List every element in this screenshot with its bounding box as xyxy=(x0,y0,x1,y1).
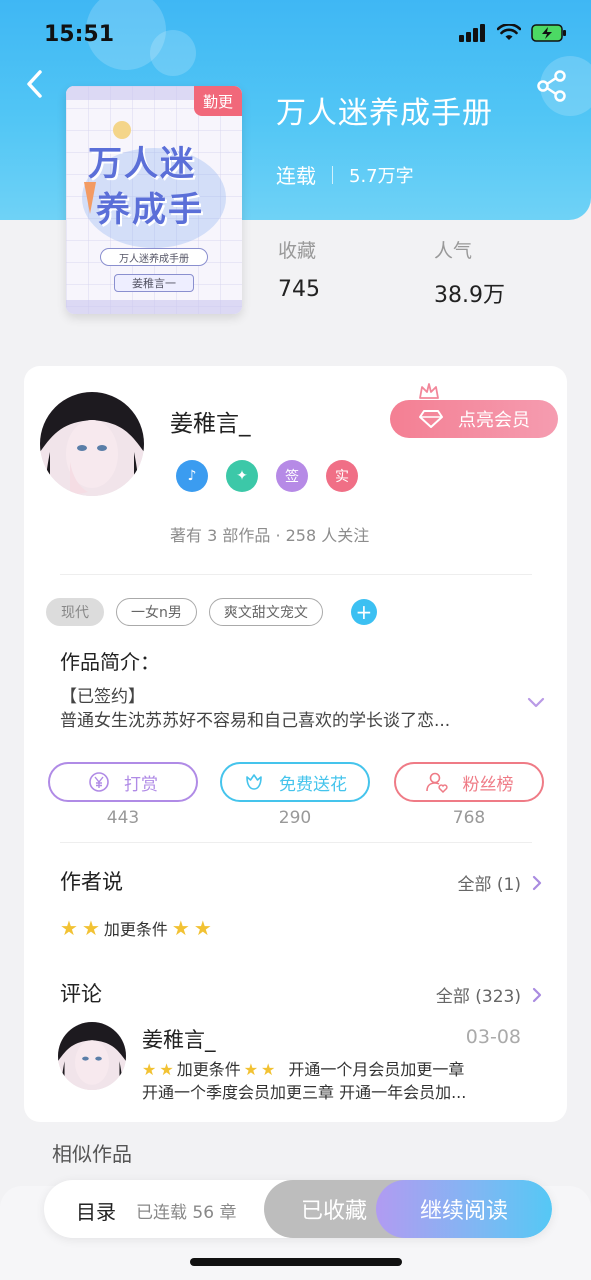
author-says-more[interactable]: 全部 (1) xyxy=(458,870,543,895)
commenter-avatar[interactable] xyxy=(58,1022,126,1090)
home-indicator xyxy=(190,1258,402,1266)
comment-suffix: 开通一个月会员加更一章 xyxy=(288,1060,465,1079)
book-meta: 连载 5.7万字 xyxy=(276,160,414,189)
commenter-name[interactable]: 姜稚言_ xyxy=(142,1024,216,1054)
wifi-icon xyxy=(497,24,521,40)
send-flower-button[interactable]: 免费送花 xyxy=(220,762,370,802)
intro-text: 普通女生沈苏苏好不容易和自己喜欢的学长谈了恋... xyxy=(60,711,451,731)
fan-ranking-button[interactable]: 粉丝榜 xyxy=(394,762,544,802)
vip-button-label: 点亮会员 xyxy=(458,410,530,431)
avatar-illustration xyxy=(58,1022,126,1090)
author-says-more-label: 全部 (1) xyxy=(457,875,521,895)
share-icon[interactable] xyxy=(534,68,570,104)
star-icon: ★ xyxy=(193,916,212,940)
book-status: 连载 xyxy=(276,164,316,188)
tag-list: 现代 一女n男 爽文甜文宠文 + xyxy=(46,598,377,626)
yen-icon xyxy=(89,772,109,792)
chapter-count: 已连载 56 章 xyxy=(136,1203,237,1223)
star-icon: ★ xyxy=(243,1060,259,1079)
fan-user-icon xyxy=(425,772,448,794)
similar-works-title: 相似作品 xyxy=(52,1142,132,1166)
author-says-text: 加更条件 xyxy=(103,920,168,939)
music-medal-icon[interactable]: ♪ xyxy=(176,460,208,492)
stat-favorites: 收藏 745 xyxy=(278,236,320,302)
comment-line: 开通一个季度会员加更三章 开通一年会员加... xyxy=(142,1083,467,1102)
status-icons xyxy=(459,24,567,42)
add-tag-icon[interactable]: + xyxy=(350,599,377,625)
author-says-content: ★ ★ 加更条件 ★ ★ xyxy=(60,916,212,940)
book-detail-card: 姜稚言_ 点亮会员 ♪ ✦ 签 实 著有 3 部作品 · 258 人关注 现代 … xyxy=(24,366,567,1122)
flower-count: 290 xyxy=(278,808,312,828)
update-badge: 勤更 xyxy=(194,86,242,116)
book-title: 万人迷养成手册 xyxy=(276,96,493,131)
verified-badge-icon[interactable]: 实 xyxy=(326,460,358,492)
author-avatar[interactable] xyxy=(40,392,144,496)
comments-title: 评论 xyxy=(60,982,102,1006)
comment-text[interactable]: ★ ★ 加更条件 ★ ★ 开通一个月会员加更一章 开通一个季度会员加更三章 开通… xyxy=(142,1058,528,1104)
reward-count: 443 xyxy=(106,808,140,828)
status-time: 15:51 xyxy=(44,22,115,47)
tag-item[interactable]: 现代 xyxy=(46,598,104,626)
cover-title-line1: 万人迷 xyxy=(88,144,196,184)
comment-line: ★ ★ 加更条件 ★ ★ 开通一个月会员加更一章 xyxy=(142,1058,528,1081)
fan-count: 768 xyxy=(452,808,486,828)
comments-more[interactable]: 全部 (323) xyxy=(436,982,543,1007)
diamond-icon xyxy=(419,410,443,428)
continue-reading-button[interactable]: 继续阅读 xyxy=(376,1180,552,1238)
battery-charging-icon xyxy=(531,24,566,42)
handshake-medal-icon[interactable]: ✦ xyxy=(226,460,258,492)
send-flower-label: 免费送花 xyxy=(279,774,347,795)
chevron-down-icon[interactable] xyxy=(526,696,546,710)
crown-icon xyxy=(419,383,439,399)
toc-button[interactable]: 目录 xyxy=(76,1196,116,1225)
chevron-right-icon xyxy=(532,987,542,1002)
reward-button[interactable]: 打赏 xyxy=(48,762,198,802)
divider xyxy=(60,842,532,843)
tag-item[interactable]: 一女n男 xyxy=(116,598,197,626)
star-icon: ★ xyxy=(60,916,78,940)
intro-title: 作品简介： xyxy=(60,650,160,674)
tag-item[interactable]: 爽文甜文宠文 xyxy=(208,598,323,626)
author-says-title: 作者说 xyxy=(60,870,123,894)
bottom-action-bar: 目录 已连载 56 章 已收藏 继续阅读 xyxy=(44,1180,552,1238)
reward-label: 打赏 xyxy=(124,774,158,795)
author-badges: ♪ ✦ 签 实 xyxy=(176,460,358,492)
stat-value: 38.9万 xyxy=(434,283,505,308)
comment-date: 03-08 xyxy=(465,1026,521,1048)
stat-popularity: 人气 38.9万 xyxy=(434,236,505,309)
cover-subtitle: 万人迷养成手册 xyxy=(100,248,208,266)
back-icon[interactable] xyxy=(20,66,52,102)
stat-label: 人气 xyxy=(434,240,473,262)
meta-divider xyxy=(332,165,333,184)
star-icon: ★ xyxy=(171,916,190,940)
signed-badge-icon[interactable]: 签 xyxy=(276,460,308,492)
stat-label: 收藏 xyxy=(278,240,317,262)
star-icon: ★ xyxy=(261,1060,276,1079)
flower-icon xyxy=(246,774,262,790)
author-name[interactable]: 姜稚言_ xyxy=(170,404,251,438)
fan-ranking-label: 粉丝榜 xyxy=(462,774,514,795)
decor-bubble xyxy=(150,30,196,76)
cover-author: 姜稚言一 xyxy=(114,274,194,292)
author-meta: 著有 3 部作品 · 258 人关注 xyxy=(170,526,370,545)
book-word-count: 5.7万字 xyxy=(349,165,414,187)
star-icon: ★ xyxy=(81,916,100,940)
star-icon: ★ xyxy=(142,1060,157,1079)
stat-value: 745 xyxy=(278,277,320,302)
intro-text: 【已签约】 xyxy=(60,687,145,707)
book-cover[interactable]: 万人迷 养成手 万人迷养成手册 姜稚言一 勤更 xyxy=(66,86,242,314)
comments-more-label: 全部 (323) xyxy=(435,987,521,1007)
signal-icon xyxy=(459,24,485,42)
divider xyxy=(60,574,532,575)
star-icon: ★ xyxy=(159,1060,174,1079)
chevron-right-icon xyxy=(532,875,542,890)
avatar-illustration xyxy=(40,392,144,496)
comment-prefix: 加更条件 xyxy=(176,1060,241,1079)
cover-title-line2: 养成手 xyxy=(96,190,204,230)
vip-activate-button[interactable]: 点亮会员 xyxy=(390,400,558,438)
